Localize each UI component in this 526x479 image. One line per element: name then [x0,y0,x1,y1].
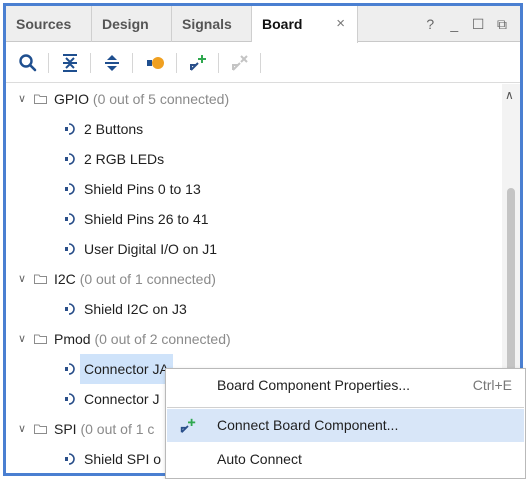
float-icon[interactable]: ⧉ [492,6,512,42]
menu-item-label: Board Component Properties... [217,377,410,393]
toolbar-separator [176,53,177,73]
scrollbar-thumb[interactable] [507,188,515,388]
expand-all-button[interactable] [100,51,124,75]
tree-item[interactable]: User Digital I/O on J1 [6,234,500,264]
menu-item-shortcut: Ctrl+E [472,377,512,393]
disconnect-component-icon [232,55,248,71]
board-interface-icon [65,303,75,315]
chevron-down-icon[interactable]: ∨ [18,264,30,294]
folder-icon [34,334,47,344]
tree-item-label: Shield SPI o [84,451,162,467]
tree-group-label: SPI (0 out of 1 c [54,421,155,437]
connect-component-icon [190,55,206,71]
tree-group-gpio[interactable]: ∨ GPIO (0 out of 5 connected) [6,84,500,114]
search-button[interactable] [16,51,40,75]
maximize-icon[interactable]: ☐ [468,6,488,42]
chevron-up-icon[interactable]: ∧ [505,88,514,102]
board-interface-icon [65,123,75,135]
minimize-icon[interactable]: _ [444,6,464,42]
tab-sources-label: Sources [16,16,72,32]
expand-all-icon [105,55,119,71]
toolbar-separator [48,53,49,73]
toolbar [6,43,520,83]
folder-icon [34,94,47,104]
board-interface-icon [65,363,75,375]
chevron-down-icon[interactable]: ∨ [18,414,30,444]
tab-design[interactable]: Design [92,6,172,42]
menu-item-auto-connect[interactable]: Auto Connect [167,443,524,476]
tree-item[interactable]: Shield I2C on J3 [6,294,500,324]
close-tab-icon[interactable]: × [336,6,345,42]
tab-board-label: Board [262,16,303,32]
tab-design-label: Design [102,16,149,32]
toolbar-separator [260,53,261,73]
toolbar-separator [132,53,133,73]
folder-icon [34,274,47,284]
disconnect-component-button[interactable] [228,51,252,75]
search-icon [19,54,37,72]
tree-group-label: Pmod (0 out of 2 connected) [54,331,231,347]
menu-item-board-component-properties[interactable]: Board Component Properties... Ctrl+E [167,369,524,402]
board-interface-icon [65,393,75,405]
help-icon[interactable]: ? [420,6,440,42]
folder-icon [34,424,47,434]
tree-group-pmod[interactable]: ∨ Pmod (0 out of 2 connected) [6,324,500,354]
tree-item-label: Shield I2C on J3 [84,301,187,317]
menu-separator [167,407,524,408]
connect-component-button[interactable] [186,51,210,75]
board-interface-icon [65,243,75,255]
tree-item[interactable]: 2 Buttons [6,114,500,144]
tab-board[interactable]: Board × [252,6,358,43]
tree-item[interactable]: Shield Pins 0 to 13 [6,174,500,204]
tree-group-i2c[interactable]: ∨ I2C (0 out of 1 connected) [6,264,500,294]
chevron-down-icon[interactable]: ∨ [18,84,30,114]
tab-signals[interactable]: Signals [172,6,252,42]
tree-item-label: User Digital I/O on J1 [84,241,218,257]
tree-item[interactable]: Shield Pins 26 to 41 [6,204,500,234]
connect-component-icon [180,418,196,433]
tab-sources[interactable]: Sources [6,6,92,42]
collapse-all-icon [63,54,77,72]
toolbar-separator [218,53,219,73]
tree-group-label: GPIO (0 out of 5 connected) [54,91,230,107]
tree-item-label: Connector JA [80,354,173,384]
board-interface-icon [65,183,75,195]
auto-connect-button[interactable] [144,51,168,75]
toolbar-separator [90,53,91,73]
tree-item-label: 2 Buttons [84,121,144,137]
auto-connect-icon [147,57,164,69]
chevron-down-icon[interactable]: ∨ [18,324,30,354]
context-menu: Board Component Properties... Ctrl+E Con… [165,368,526,479]
board-interface-icon [65,453,75,465]
board-interface-icon [65,153,75,165]
tree-group-label: I2C (0 out of 1 connected) [54,271,216,287]
tab-bar: Sources Design Signals Board × ? _ ☐ ⧉ [6,6,520,43]
tree-item-label: Shield Pins 26 to 41 [84,211,209,227]
tree-item-label: Connector J [84,391,160,407]
tab-signals-label: Signals [182,16,232,32]
collapse-all-button[interactable] [58,51,82,75]
window-controls: ? _ ☐ ⧉ [420,6,512,42]
board-interface-icon [65,213,75,225]
menu-item-label: Auto Connect [217,451,302,467]
menu-item-connect-board-component[interactable]: Connect Board Component... [167,409,524,442]
menu-item-label: Connect Board Component... [217,417,399,433]
tree-item[interactable]: 2 RGB LEDs [6,144,500,174]
tree-item-label: 2 RGB LEDs [84,151,165,167]
tree-item-label: Shield Pins 0 to 13 [84,181,201,197]
